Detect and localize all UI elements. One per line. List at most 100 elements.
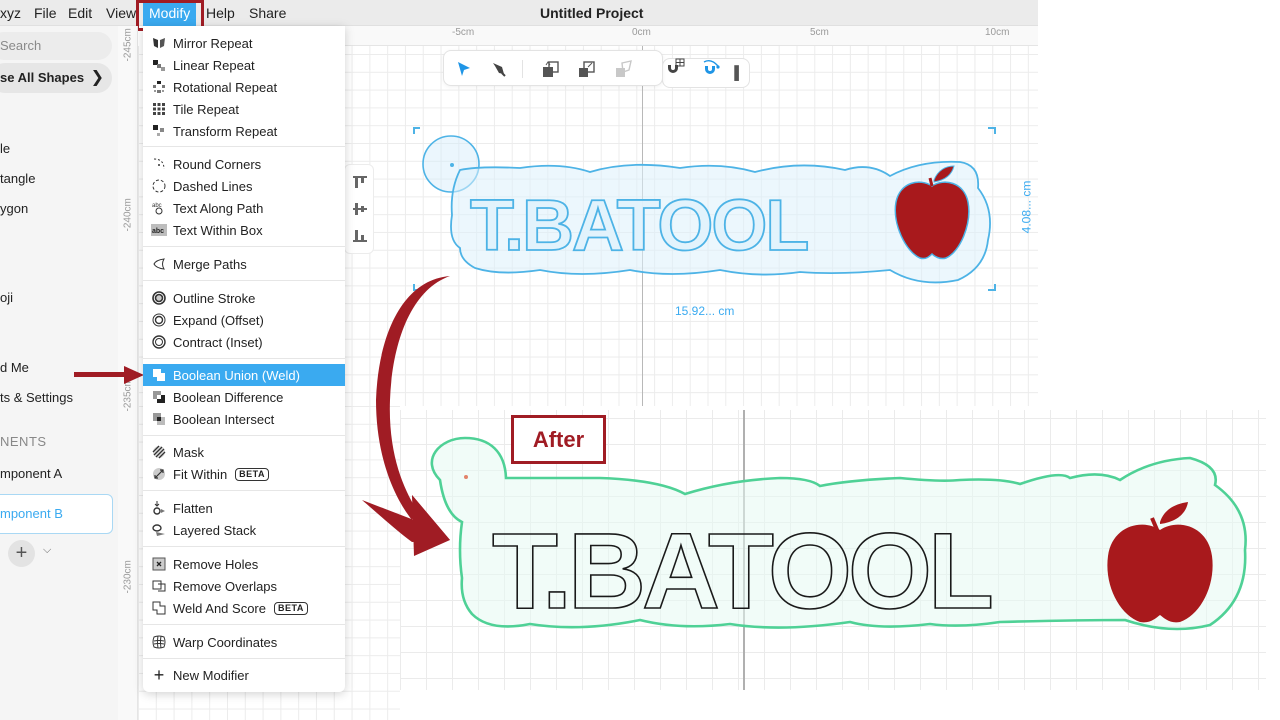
align-handle-icon[interactable]: ▐ xyxy=(730,65,739,80)
project-title: Untitled Project xyxy=(540,5,644,21)
menu-item-fit-within[interactable]: Fit Within BETA xyxy=(143,463,345,485)
component-b[interactable]: mponent B xyxy=(0,494,113,534)
snap-path-button[interactable] xyxy=(699,56,723,80)
menu-item-remove-overlaps[interactable]: Remove Overlaps xyxy=(143,575,345,597)
transform-repeat-icon xyxy=(151,123,167,139)
weld-and-score-icon xyxy=(151,600,167,616)
selection-handle xyxy=(988,284,996,291)
menu-item-weld-and-score[interactable]: Weld And Score BETA xyxy=(143,597,345,619)
pen-tool-button[interactable] xyxy=(486,57,510,81)
before-shape[interactable]: T.BATOOL xyxy=(400,120,1020,300)
menu-item-label: Expand (Offset) xyxy=(173,312,264,328)
after-label: After xyxy=(511,415,606,464)
menu-item-new-modifier[interactable]: + New Modifier xyxy=(143,664,345,686)
sidebar-item-emoji[interactable]: oji xyxy=(0,290,13,305)
transform-button[interactable] xyxy=(612,57,636,81)
menu-file[interactable]: File xyxy=(28,0,63,26)
menu-item-label: Outline Stroke xyxy=(173,290,256,306)
menu-item-boolean-difference[interactable]: Boolean Difference xyxy=(143,386,345,408)
app-menu[interactable]: xyz xyxy=(0,0,27,26)
sidebar-item-settings[interactable]: ts & Settings xyxy=(0,390,73,405)
selection-width-label: 15.92... cm xyxy=(675,304,735,318)
menu-item-tile-repeat[interactable]: Tile Repeat xyxy=(143,98,345,120)
warp-coordinates-icon xyxy=(151,634,167,650)
menu-item-label: Fit Within xyxy=(173,466,228,482)
snap-grid-button[interactable] xyxy=(663,56,687,80)
browse-all-shapes-button[interactable]: se All Shapes ❯ xyxy=(0,63,112,93)
linear-repeat-icon xyxy=(151,57,167,73)
menu-item-linear-repeat[interactable]: Linear Repeat xyxy=(143,54,345,76)
menu-item-mask[interactable]: Mask xyxy=(143,441,345,463)
menu-item-label: Dashed Lines xyxy=(173,178,253,194)
align-bottom-icon[interactable] xyxy=(352,227,368,243)
pen-icon xyxy=(493,63,506,77)
menu-item-contract-inset[interactable]: Contract (Inset) xyxy=(143,331,345,353)
menu-item-flatten[interactable]: Flatten xyxy=(143,497,345,519)
sidebar-item-circle[interactable]: le xyxy=(0,141,10,156)
menu-item-label: Flatten xyxy=(173,500,213,516)
remove-holes-icon xyxy=(151,556,167,572)
align-middle-icon[interactable] xyxy=(352,201,368,217)
menu-item-label: Remove Holes xyxy=(173,556,259,572)
component-a[interactable]: mponent A xyxy=(0,466,62,481)
selection-handle xyxy=(988,127,996,134)
text-along-path-icon: abc xyxy=(151,200,167,216)
ruler-label: 5cm xyxy=(810,27,829,38)
menu-item-expand-offset[interactable]: Expand (Offset) xyxy=(143,309,345,331)
menu-item-dashed-lines[interactable]: Dashed Lines xyxy=(143,175,345,197)
menu-item-label: Linear Repeat xyxy=(173,57,255,73)
align-top-icon[interactable] xyxy=(352,175,368,191)
menu-item-label: Text Along Path xyxy=(173,200,264,216)
menu-item-merge-paths[interactable]: Merge Paths xyxy=(143,253,345,275)
chevron-down-icon[interactable]: ⌵ xyxy=(43,544,51,557)
menu-item-remove-holes[interactable]: Remove Holes xyxy=(143,553,345,575)
beta-badge: BETA xyxy=(273,601,308,615)
menu-share[interactable]: Share xyxy=(243,0,292,26)
horizontal-ruler: -5cm 0cm 5cm 10cm xyxy=(345,26,1038,46)
tile-repeat-icon xyxy=(151,101,167,117)
menu-edit[interactable]: Edit xyxy=(62,0,98,26)
menu-item-round-corners[interactable]: Round Corners xyxy=(143,153,345,175)
menu-item-label: Rotational Repeat xyxy=(173,79,278,95)
select-tool-button[interactable] xyxy=(452,57,476,81)
menu-item-text-along-path[interactable]: abc Text Along Path xyxy=(143,197,345,219)
sidebar-item-rectangle[interactable]: tangle xyxy=(0,171,35,186)
outline-stroke-icon xyxy=(151,290,167,306)
sidebar-item-polygon[interactable]: ygon xyxy=(0,201,28,216)
search-input[interactable]: Search xyxy=(0,32,112,60)
sidebar-item-find-me[interactable]: d Me xyxy=(0,360,29,375)
menu-item-label: New Modifier xyxy=(173,667,249,683)
boolean-union-icon xyxy=(151,367,167,383)
send-backward-button[interactable] xyxy=(575,57,599,81)
menu-item-text-within-box[interactable]: abc Text Within Box xyxy=(143,219,345,241)
bring-forward-button[interactable] xyxy=(539,57,563,81)
menu-item-label: Boolean Intersect xyxy=(173,411,275,427)
menu-item-rotational-repeat[interactable]: Rotational Repeat xyxy=(143,76,345,98)
menu-item-boolean-union[interactable]: Boolean Union (Weld) xyxy=(143,364,345,386)
boolean-difference-icon xyxy=(151,389,167,405)
mask-icon xyxy=(151,444,167,460)
menu-item-label: Transform Repeat xyxy=(173,123,278,139)
align-panel xyxy=(344,164,374,254)
menu-item-outline-stroke[interactable]: Outline Stroke xyxy=(143,287,345,309)
ruler-label: 10cm xyxy=(985,27,1010,38)
menu-item-label: Tile Repeat xyxy=(173,101,239,117)
after-text: T.BATOOL xyxy=(492,510,991,631)
add-component-button[interactable]: + xyxy=(8,540,35,567)
menu-item-label: Mask xyxy=(173,444,205,460)
plus-icon: + xyxy=(153,664,165,685)
menu-help[interactable]: Help xyxy=(200,0,241,26)
menu-item-warp-coordinates[interactable]: Warp Coordinates xyxy=(143,631,345,653)
menu-item-layered-stack[interactable]: Layered Stack xyxy=(143,519,345,541)
menu-item-label: Round Corners xyxy=(173,156,262,172)
cursor-arrow-icon xyxy=(458,62,470,76)
remove-overlaps-icon xyxy=(151,578,167,594)
bring-forward-icon xyxy=(543,61,559,77)
flatten-icon xyxy=(151,500,167,516)
beta-badge: BETA xyxy=(235,467,270,481)
components-heading: NENTS xyxy=(0,434,47,449)
menu-item-mirror-repeat[interactable]: Mirror Repeat xyxy=(143,32,345,54)
menu-item-boolean-intersect[interactable]: Boolean Intersect xyxy=(143,408,345,430)
menu-item-transform-repeat[interactable]: Transform Repeat xyxy=(143,120,345,142)
menu-item-label: Boolean Difference xyxy=(173,389,284,405)
